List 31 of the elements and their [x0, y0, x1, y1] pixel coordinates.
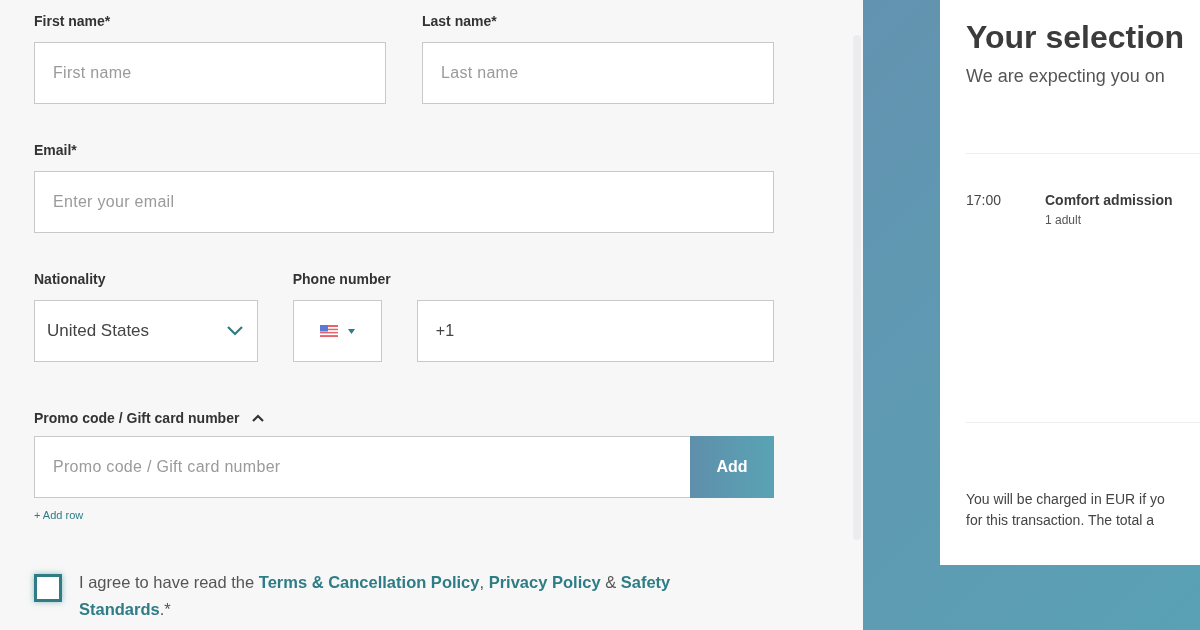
promo-code-field[interactable]: Promo code / Gift card number: [34, 436, 690, 498]
policy-link[interactable]: Standards: [79, 600, 160, 618]
chevron-down-icon: [226, 326, 243, 336]
agreement-text: I agree to have read the Terms & Cancellation Policy, Privacy Policy & Safety Standards.*: [79, 572, 672, 620]
promo-toggle[interactable]: Promo code / Gift card number: [34, 408, 265, 428]
add-button[interactable]: Add: [690, 436, 774, 498]
policy-link[interactable]: Safety: [620, 573, 671, 591]
policy-link[interactable]: Privacy Policy: [488, 573, 601, 591]
field-label: Phone number: [292, 271, 392, 289]
field-label: Last name*: [422, 13, 498, 31]
caret-icon: [347, 328, 355, 334]
selection-subtitle: We are expecting you on: [966, 66, 1166, 87]
note-text: for this transaction. The total a: [966, 512, 1155, 528]
country-code-select[interactable]: [292, 300, 382, 362]
email-field[interactable]: Enter your email: [34, 171, 774, 233]
ticket-detail: 1 adult: [1045, 213, 1083, 227]
policy-link[interactable]: Terms & Cancellation Policy: [258, 573, 480, 591]
nationality-select[interactable]: United States: [34, 300, 258, 362]
selection-title: Your selection: [966, 18, 1186, 57]
ticket-name: Comfort admission: [1045, 192, 1173, 208]
checkbox[interactable]: [34, 574, 62, 602]
field-label: Email*: [34, 142, 78, 160]
text-field[interactable]: Last name: [422, 42, 774, 104]
add-row-link[interactable]: + Add row: [34, 509, 84, 521]
text-field[interactable]: First name: [34, 42, 386, 104]
field-label: Nationality: [34, 271, 107, 289]
note-text: You will be charged in EUR if yo: [966, 491, 1165, 507]
phone-field[interactable]: +1: [416, 300, 774, 362]
flag-icon: [319, 325, 338, 337]
field-label: First name*: [34, 13, 112, 31]
time-text: 17:00: [966, 192, 1003, 210]
